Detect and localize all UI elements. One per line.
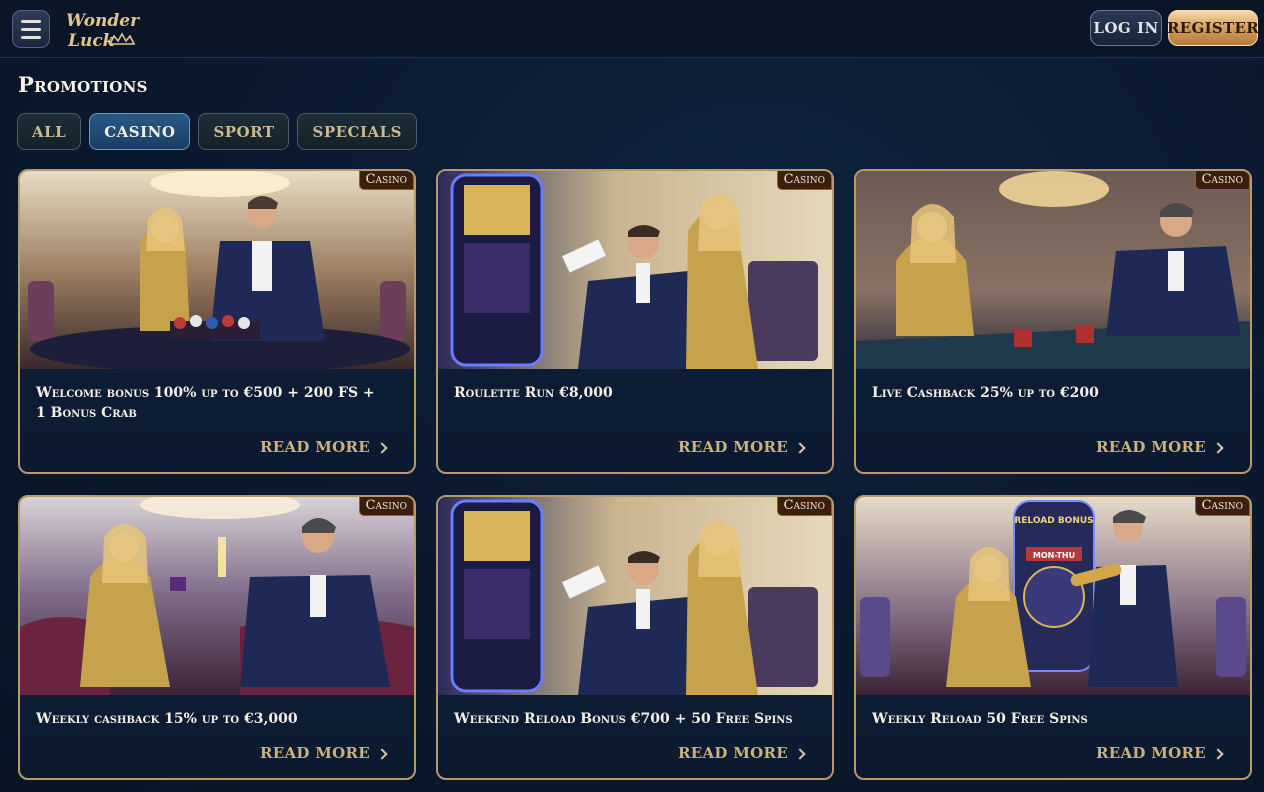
read-more-label: READ MORE (1095, 438, 1206, 456)
category-badge: Casino (776, 171, 832, 190)
chevron-right-icon (1212, 441, 1224, 454)
promo-card-weekly-cashback[interactable]: Casino Weekly cashback 15% up to €3,000 … (18, 495, 416, 780)
promo-card-welcome-bonus[interactable]: Casino Welcome bonus 100% up to €500 + 2… (18, 169, 416, 474)
promo-image (20, 171, 414, 369)
promo-title: Roulette Run €8,000 (454, 385, 613, 401)
read-more-label: READ MORE (259, 438, 370, 456)
category-badge: Casino (358, 171, 414, 190)
menu-button[interactable] (12, 10, 50, 48)
promo-image (856, 171, 1250, 369)
promo-title: Weekend Reload Bonus €700 + 50 Free Spin… (454, 711, 793, 727)
filter-all[interactable]: ALL (17, 113, 82, 150)
category-badge: Casino (358, 497, 414, 516)
category-badge: Casino (1194, 497, 1250, 516)
promo-image: RELOAD BONUS MON-THU (856, 497, 1250, 695)
promo-title: Welcome bonus 100% up to €500 + 200 FS +… (36, 385, 375, 421)
promo-card-live-cashback[interactable]: Casino Live Cashback 25% up to €200 READ… (854, 169, 1252, 474)
machine-days-text: MON-THU (1033, 551, 1075, 560)
read-more-link[interactable]: READ MORE (677, 437, 806, 457)
read-more-link[interactable]: READ MORE (1095, 743, 1224, 763)
promo-card-roulette-run[interactable]: Casino Roulette Run €8,000 READ MORE (436, 169, 834, 474)
read-more-link[interactable]: READ MORE (677, 743, 806, 763)
login-button[interactable]: LOG IN (1090, 10, 1162, 46)
promo-image (438, 171, 832, 369)
promo-title: Weekly cashback 15% up to €3,000 (36, 711, 298, 727)
hamburger-icon (21, 19, 41, 23)
read-more-label: READ MORE (677, 744, 788, 762)
chevron-right-icon (376, 747, 388, 760)
category-badge: Casino (1194, 171, 1250, 190)
chevron-right-icon (1212, 747, 1224, 760)
read-more-link[interactable]: READ MORE (259, 743, 388, 763)
read-more-label: READ MORE (259, 744, 370, 762)
chevron-right-icon (794, 747, 806, 760)
promo-title: Weekly Reload 50 Free Spins (872, 711, 1088, 727)
read-more-link[interactable]: READ MORE (259, 437, 388, 457)
promotion-filters: ALL CASINO SPORT SPECIALS (17, 113, 418, 150)
wonder-luck-logo[interactable]: Wonder Luck (62, 6, 142, 52)
category-badge: Casino (776, 497, 832, 516)
filter-sport[interactable]: SPORT (198, 113, 290, 150)
filter-casino[interactable]: CASINO (89, 113, 191, 150)
promo-title: Live Cashback 25% up to €200 (872, 385, 1099, 401)
register-button[interactable]: REGISTER (1167, 10, 1259, 46)
svg-text:Luck: Luck (67, 31, 114, 51)
read-more-label: READ MORE (1095, 744, 1206, 762)
promo-image (20, 497, 414, 695)
promo-card-weekend-reload[interactable]: Casino Weekend Reload Bonus €700 + 50 Fr… (436, 495, 834, 780)
chevron-right-icon (794, 441, 806, 454)
read-more-label: READ MORE (677, 438, 788, 456)
svg-text:Wonder: Wonder (66, 11, 140, 31)
page-title: Promotions (18, 72, 148, 97)
chevron-right-icon (376, 441, 388, 454)
filter-specials[interactable]: SPECIALS (297, 113, 418, 150)
machine-reload-text: RELOAD BONUS (1014, 516, 1093, 526)
promo-card-weekly-reload[interactable]: RELOAD BONUS MON-THU Casino Weekly Reloa… (854, 495, 1252, 780)
top-bar: Wonder Luck LOG IN REGISTER (0, 0, 1264, 58)
promo-image (438, 497, 832, 695)
read-more-link[interactable]: READ MORE (1095, 437, 1224, 457)
